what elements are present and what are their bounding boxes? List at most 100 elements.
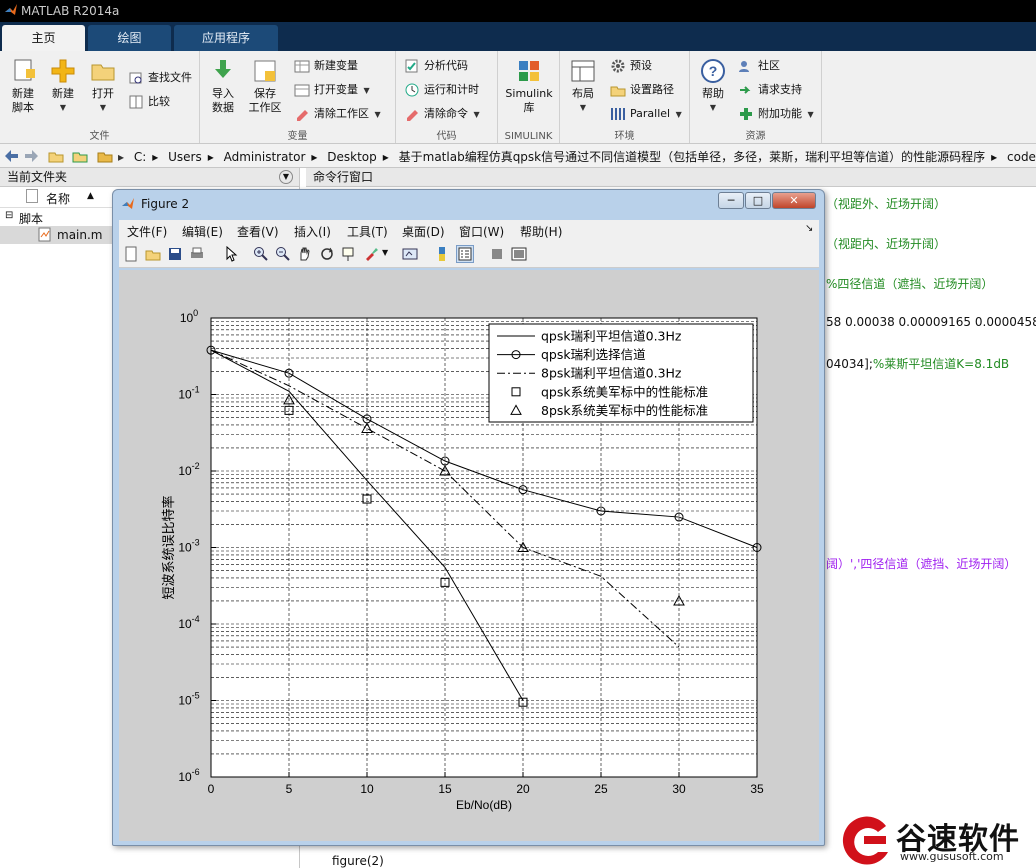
new-figure-icon[interactable]: [123, 246, 139, 262]
tab-plots[interactable]: 绘图: [88, 25, 171, 51]
breadcrumb-item[interactable]: code: [1007, 150, 1036, 164]
find-files-button[interactable]: 查找文件: [128, 68, 192, 88]
figure-title: Figure 2: [141, 197, 190, 211]
set-path-icon: [610, 86, 626, 97]
menu-help[interactable]: 帮助(H): [520, 223, 562, 240]
clear-commands-icon: [407, 110, 418, 121]
new-variable-button[interactable]: 新建变量: [294, 56, 358, 76]
forward-arrow-icon[interactable]: [24, 148, 40, 164]
colorbar-icon[interactable]: [434, 246, 450, 262]
menu-edit[interactable]: 编辑(E): [182, 223, 223, 240]
save-workspace-button[interactable]: 保存 工作区: [242, 57, 288, 115]
clear-workspace-button[interactable]: 清除工作区 ▼: [294, 104, 381, 124]
preferences-button[interactable]: 预设: [610, 56, 652, 76]
support-icon: [740, 86, 751, 94]
current-folder-header: 当前文件夹 ▼: [0, 168, 299, 187]
link-plot-icon[interactable]: [402, 246, 418, 262]
dock-arrow-icon[interactable]: ↘: [805, 223, 813, 234]
import-data-button[interactable]: 导入 数据: [200, 57, 246, 115]
breadcrumb-item[interactable]: Users: [168, 150, 202, 164]
minimize-button[interactable]: ─: [718, 192, 744, 209]
group-variable: 导入 数据 保存 工作区 新建变量 打开变量 ▼ 清除工作区 ▼ 变量: [200, 51, 396, 143]
breadcrumb-item[interactable]: 基于matlab编程仿真qpsk信号通过不同信道模型（包括单径，多径，莱斯，瑞利…: [399, 150, 986, 164]
group-resources: ? 帮助 ▼ 社区 请求支持 附加功能 ▼ 资源: [690, 51, 822, 143]
request-support-button[interactable]: 请求支持: [738, 80, 802, 100]
tab-apps[interactable]: 应用程序: [174, 25, 278, 51]
pointer-icon[interactable]: [223, 246, 239, 262]
set-path-button[interactable]: 设置路径: [610, 80, 674, 100]
compare-button[interactable]: 比较: [128, 92, 170, 112]
new-script-icon: [14, 59, 35, 81]
toolstrip-tabs: 主页 绘图 应用程序: [0, 22, 1036, 51]
up-folder-icon[interactable]: [48, 148, 64, 164]
x-axis-label: Eb/No(dB): [456, 798, 512, 812]
menu-insert[interactable]: 插入(I): [294, 223, 331, 240]
folder-icon: [97, 152, 113, 163]
svg-text:?: ?: [709, 63, 718, 79]
ber-chart[interactable]: 0 5 10 15 20 25 30 35 100 10-1 10-2 10-3 10-4 10-5 10-…: [119, 270, 819, 841]
menu-desktop[interactable]: 桌面(D): [402, 223, 445, 240]
parallel-button[interactable]: Parallel ▼: [610, 104, 682, 124]
x-tick-label: 0: [208, 782, 215, 796]
help-button[interactable]: ? 帮助 ▼: [690, 57, 736, 115]
breadcrumb-item[interactable]: Desktop: [327, 150, 377, 164]
save-icon[interactable]: [167, 246, 183, 262]
open-button[interactable]: 打开 ▼: [80, 57, 126, 115]
browse-folder-icon[interactable]: [72, 148, 88, 164]
legend-icon[interactable]: [456, 245, 474, 263]
close-button[interactable]: ✕: [772, 192, 816, 209]
brush-icon[interactable]: [363, 246, 379, 262]
run-and-time-button[interactable]: 运行和计时: [404, 80, 479, 100]
tab-home[interactable]: 主页: [2, 25, 85, 51]
clear-commands-button[interactable]: 清除命令 ▼: [404, 104, 480, 124]
command-line: 58 0.00038 0.00009165 0.0000458: [826, 315, 1036, 329]
addons-button[interactable]: 附加功能 ▼: [738, 104, 814, 124]
back-arrow-icon[interactable]: [3, 148, 19, 164]
legend-label-5: 8psk系统美军标中的性能标准: [541, 403, 708, 418]
find-files-icon: [129, 72, 142, 84]
save-workspace-icon: [254, 60, 276, 82]
matlab-logo-icon: [122, 198, 134, 209]
breadcrumb-item[interactable]: Administrator: [224, 150, 306, 164]
figure-menubar: 文件(F) 编辑(E) 查看(V) 插入(I) 工具(T) 桌面(D) 窗口(W…: [119, 220, 819, 240]
analyze-code-button[interactable]: 分析代码: [404, 56, 468, 76]
data-cursor-icon[interactable]: [341, 246, 357, 262]
panel-actions-icon[interactable]: ▼: [279, 170, 293, 184]
y-tick-label: 100: [180, 308, 198, 325]
show-plot-tools-icon[interactable]: [511, 246, 527, 262]
maximize-button[interactable]: □: [745, 192, 771, 209]
y-tick-label: 10-1: [178, 385, 199, 402]
x-tick-label: 35: [750, 782, 764, 796]
address-bar: ▸ C: ▸ Users ▸ Administrator ▸ Desktop ▸ 基于m…: [0, 144, 1036, 168]
clear-workspace-icon: [297, 110, 308, 121]
layout-icon: [571, 60, 595, 82]
hide-plot-tools-icon[interactable]: [489, 246, 505, 262]
zoom-out-icon[interactable]: [275, 246, 291, 262]
group-environment: 布局 ▼ 预设 设置路径 Parallel ▼ 环境: [560, 51, 690, 143]
community-button[interactable]: 社区: [738, 56, 780, 76]
figure-canvas: 0 5 10 15 20 25 30 35 100 10-1 10-2 10-3 10-4 10-5 10-…: [119, 270, 819, 841]
print-icon[interactable]: [189, 246, 205, 262]
layout-button[interactable]: 布局 ▼: [560, 57, 606, 115]
simulink-library-button[interactable]: Simulink 库: [504, 57, 554, 115]
figure-window[interactable]: Figure 2 ─ □ ✕ 文件(F) 编辑(E) 查看(V) 插入(I) 工…: [112, 189, 825, 846]
open-file-icon[interactable]: [145, 246, 161, 262]
menu-window[interactable]: 窗口(W): [459, 223, 504, 240]
folder-icon: [91, 64, 115, 81]
figure-toolbar: ▼: [119, 240, 819, 268]
zoom-in-icon[interactable]: [253, 246, 269, 262]
menu-tools[interactable]: 工具(T): [347, 223, 388, 240]
rotate-3d-icon[interactable]: [319, 246, 335, 262]
watermark-url: www.gususoft.com: [900, 850, 1004, 863]
group-simulink: Simulink 库 SIMULINK: [498, 51, 560, 143]
menu-file[interactable]: 文件(F): [127, 223, 167, 240]
brush-dropdown-icon[interactable]: ▼: [382, 248, 388, 257]
legend-label-2: qpsk瑞利选择信道: [541, 347, 646, 362]
x-tick-label: 25: [594, 782, 608, 796]
legend-label-3: 8psk瑞利平坦信道0.3Hz: [541, 366, 682, 381]
breadcrumb-item[interactable]: C:: [134, 150, 146, 164]
collapse-icon[interactable]: ⊟: [5, 210, 13, 221]
open-variable-button[interactable]: 打开变量 ▼: [294, 80, 370, 100]
menu-view[interactable]: 查看(V): [237, 223, 279, 240]
pan-hand-icon[interactable]: [297, 246, 313, 262]
